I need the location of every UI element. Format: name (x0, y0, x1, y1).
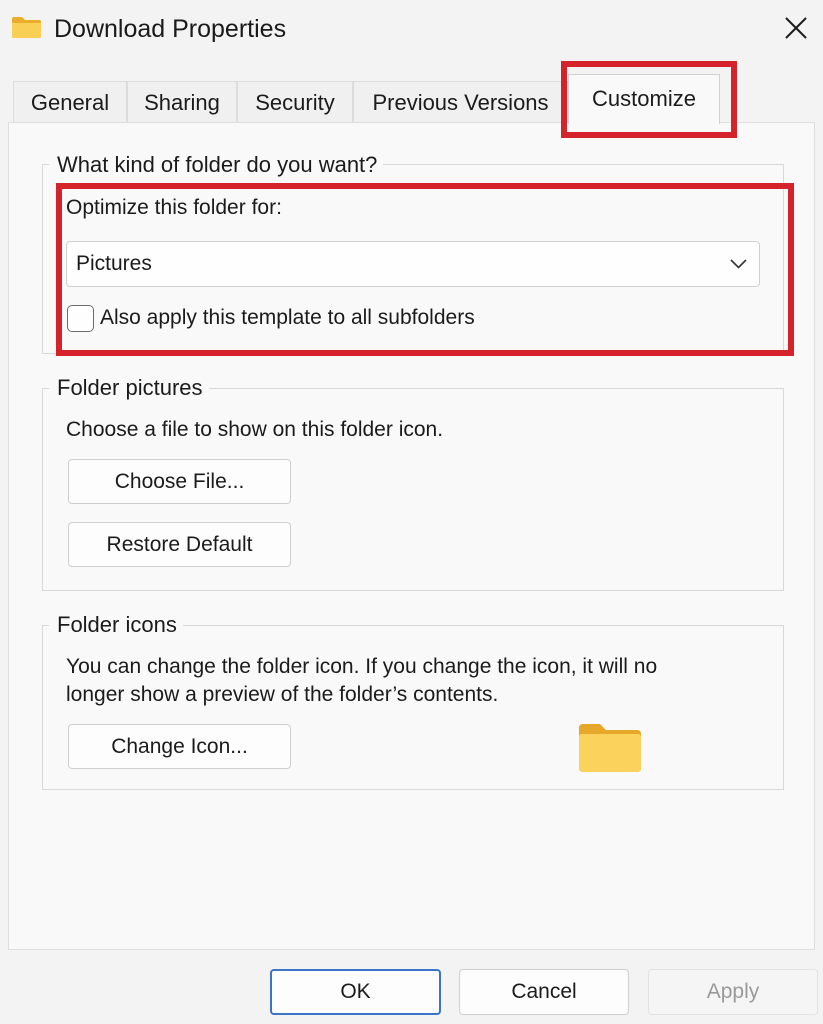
title-bar: Download Properties (0, 0, 823, 58)
choose-file-button[interactable]: Choose File... (68, 459, 291, 504)
optimize-label: Optimize this folder for: (66, 196, 282, 219)
ok-button[interactable]: OK (270, 969, 441, 1015)
folder-icon (579, 724, 641, 772)
change-icon-button[interactable]: Change Icon... (68, 724, 291, 769)
apply-subfolders-label[interactable]: Also apply this template to all subfolde… (100, 304, 475, 332)
folder-icon (12, 17, 41, 38)
optimize-folder-dropdown[interactable]: Pictures (66, 241, 760, 287)
close-icon (785, 17, 807, 39)
folder-pictures-legend: Folder pictures (49, 375, 209, 401)
cancel-button[interactable]: Cancel (459, 969, 629, 1015)
folder-icons-legend: Folder icons (49, 612, 183, 638)
folder-icons-description-line2: longer show a preview of the folder’s co… (66, 683, 499, 706)
close-button[interactable] (772, 6, 820, 50)
tab-customize[interactable]: Customize (568, 74, 720, 124)
folder-pictures-description: Choose a file to show on this folder ico… (66, 418, 444, 441)
optimize-folder-value: Pictures (76, 252, 152, 275)
tab-sharing[interactable]: Sharing (127, 81, 237, 123)
tab-security[interactable]: Security (237, 81, 353, 123)
apply-button[interactable]: Apply (648, 969, 818, 1015)
chevron-down-icon (730, 259, 747, 269)
restore-default-button[interactable]: Restore Default (68, 522, 291, 567)
apply-subfolders-checkbox[interactable] (67, 305, 94, 332)
window-title: Download Properties (54, 15, 287, 43)
tab-general[interactable]: General (13, 81, 127, 123)
tab-previous-versions[interactable]: Previous Versions (353, 81, 568, 123)
folder-type-legend: What kind of folder do you want? (49, 152, 384, 178)
folder-icons-description-line1: You can change the folder icon. If you c… (66, 655, 658, 678)
